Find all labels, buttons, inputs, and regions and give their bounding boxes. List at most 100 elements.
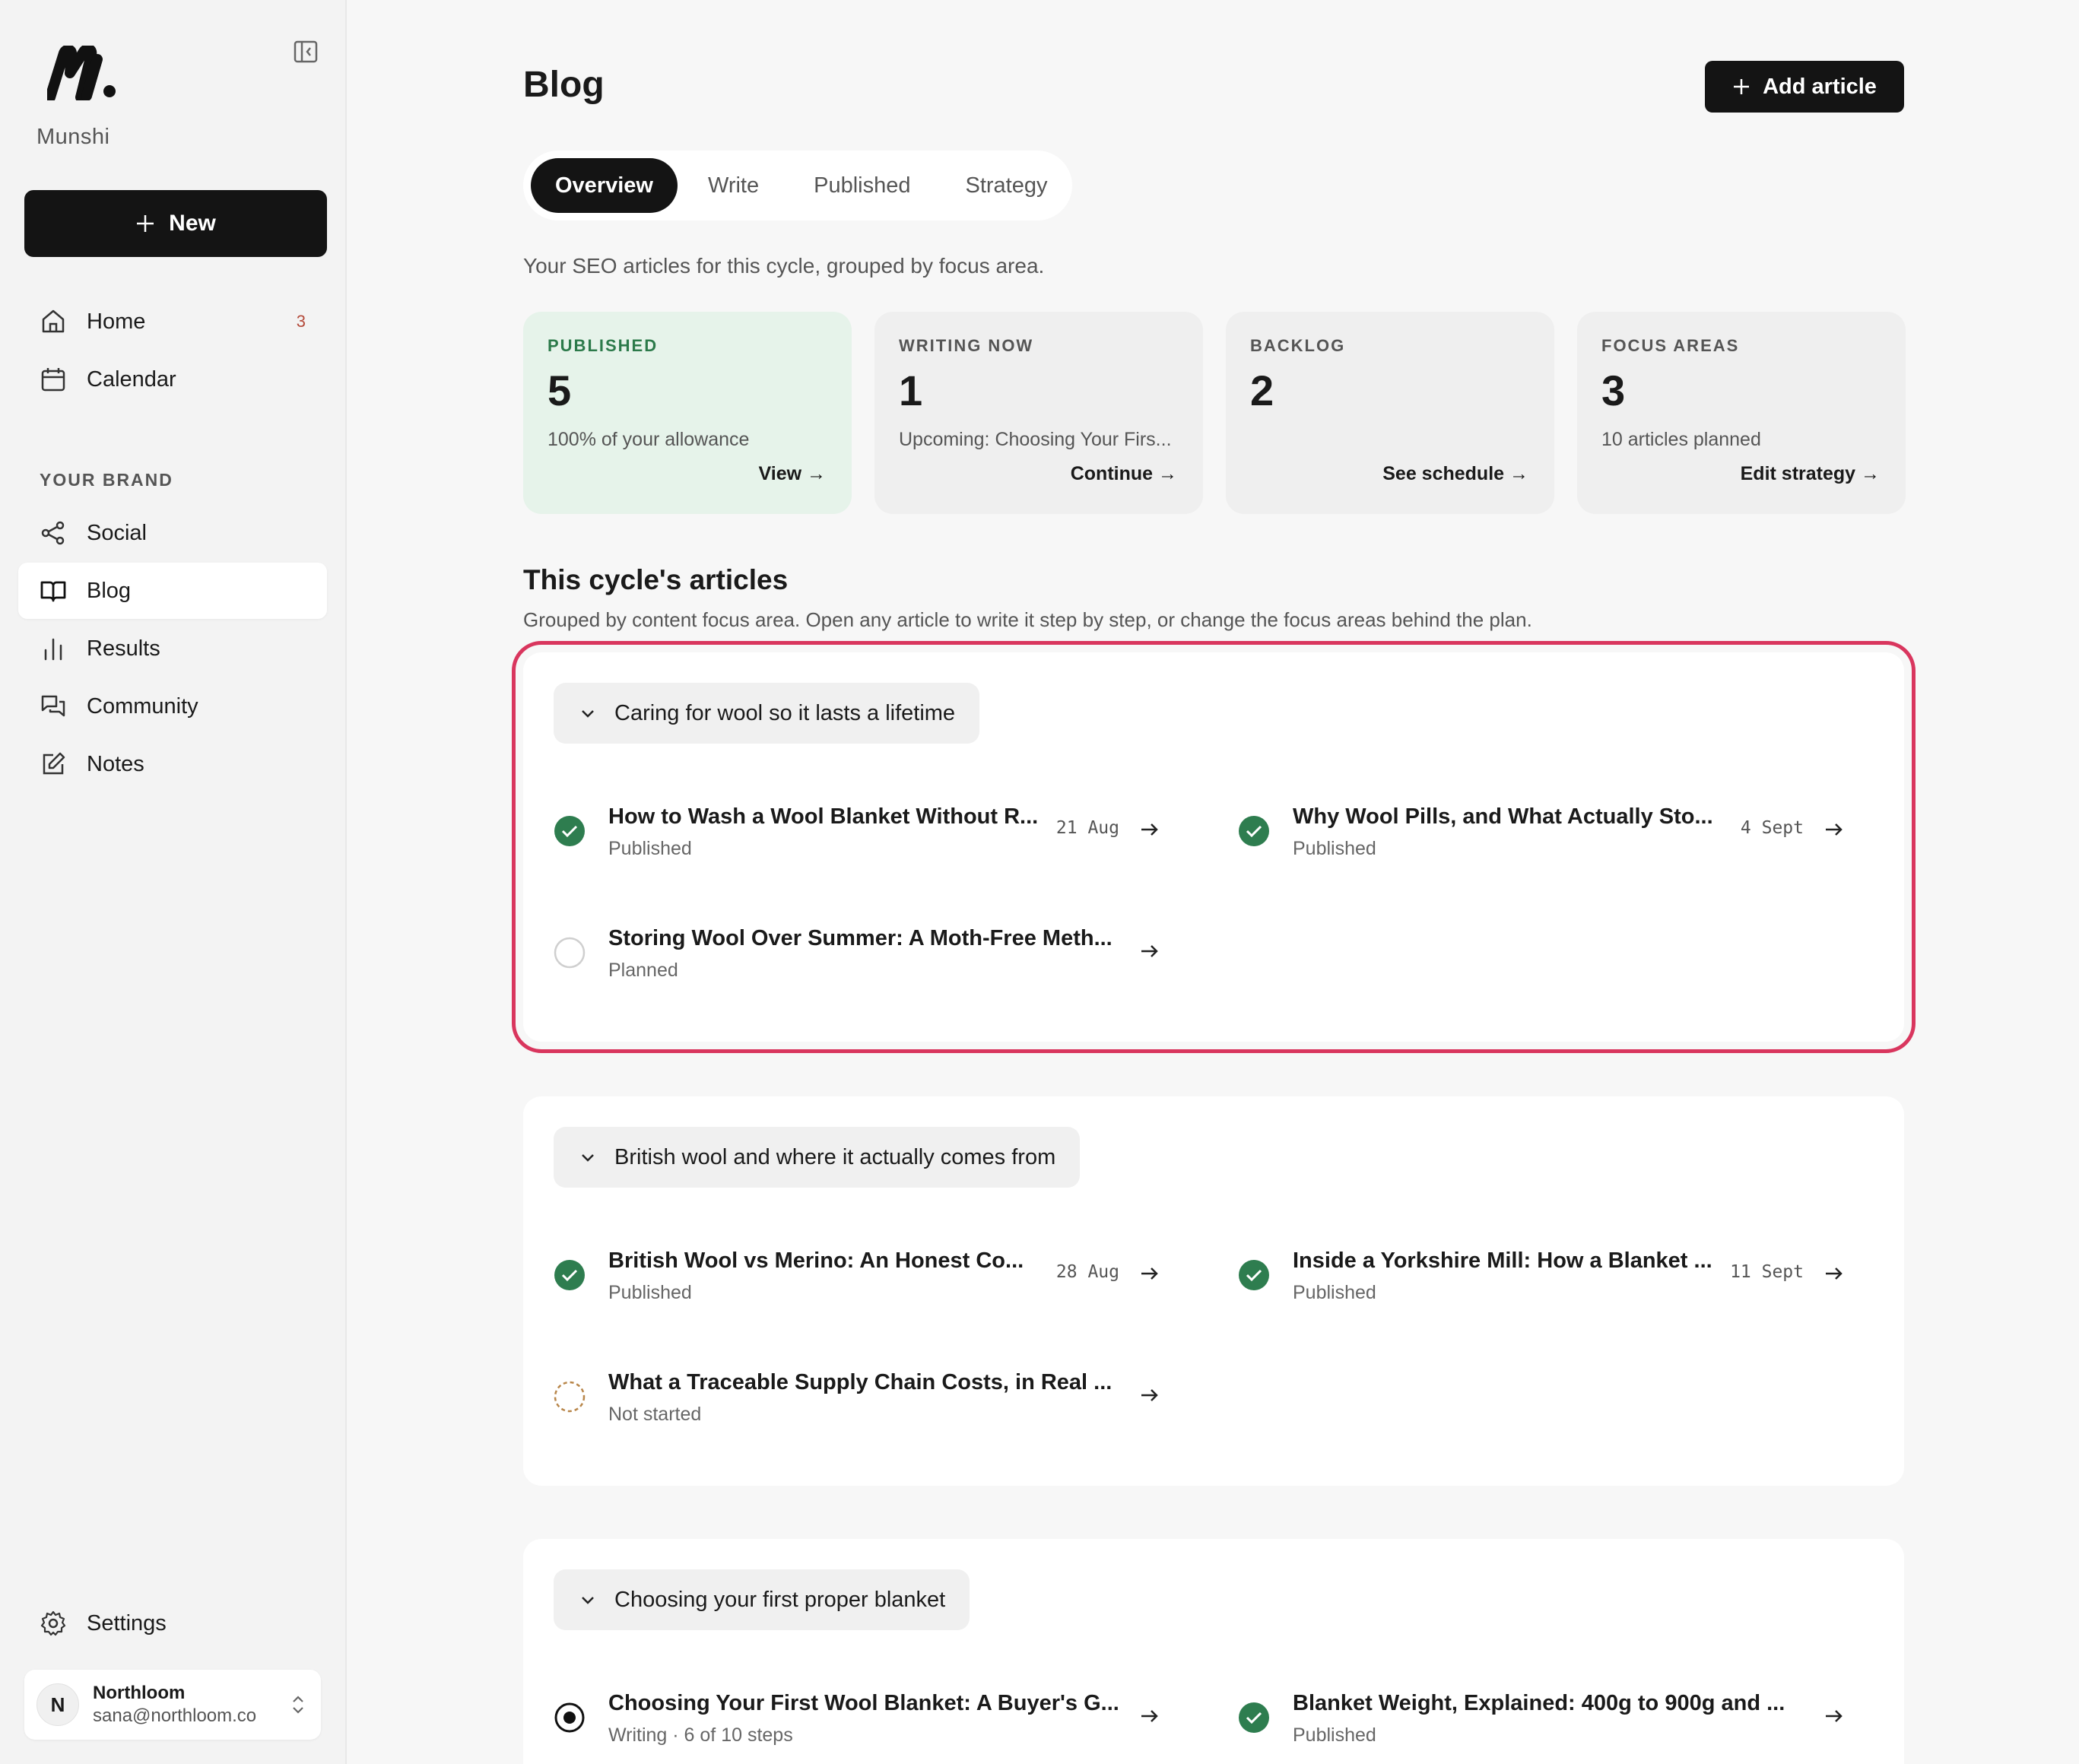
sidebar-item-settings[interactable]: Settings [18,1595,327,1651]
new-button[interactable]: New [24,190,327,257]
add-article-label: Add article [1763,74,1877,99]
article-row[interactable]: Storing Wool Over Summer: A Moth-Free Me… [554,920,1162,988]
munshi-logo-icon[interactable] [47,46,117,100]
stat-card-focus-areas: FOCUS AREAS 3 10 articles planned Edit s… [1577,312,1906,514]
tab-bar: Overview Write Published Strategy [523,151,1072,220]
article-date: 11 Sept [1730,1262,1804,1282]
sidebar-item-label: Calendar [87,366,176,392]
collapse-sidebar-icon[interactable] [292,40,319,64]
published-check-icon [554,1260,585,1290]
sidebar-item-results[interactable]: Results [18,620,327,677]
focus-group: Caring for wool so it lasts a lifetime H… [512,641,1916,1053]
sidebar-item-community[interactable]: Community [18,678,327,734]
arrow-right-icon [1141,945,1158,957]
article-title: Why Wool Pills, and What Actually Sto... [1293,804,1713,829]
arrow-right-icon [1141,823,1158,836]
sidebar-item-blog[interactable]: Blog [18,563,327,619]
published-check-icon [1239,1260,1269,1290]
article-row[interactable]: Blanket Weight, Explained: 400g to 900g … [1238,1685,1846,1753]
plus-icon [137,215,154,232]
see-schedule-link[interactable]: See schedule → [1382,463,1528,485]
account-switcher[interactable]: N Northloom sana@northloom.co [24,1670,321,1740]
sidebar-item-label: Social [87,520,147,545]
article-title: Inside a Yorkshire Mill: How a Blanket .… [1293,1248,1712,1273]
stat-label: WRITING NOW [899,336,1034,355]
stat-card-published: PUBLISHED 5 100% of your allowance View … [523,312,852,514]
chat-icon [41,695,65,717]
article-row[interactable]: How to Wash a Wool Blanket Without R... … [554,798,1162,867]
articles-section-subtitle: Grouped by content focus area. Open any … [523,608,1532,631]
planned-circle-icon [554,937,586,969]
add-article-button[interactable]: Add article [1705,61,1904,113]
new-button-label: New [169,211,216,236]
page-title: Blog [523,65,605,105]
share-icon [41,521,65,545]
tab-published[interactable]: Published [789,158,935,213]
focus-group-toggle[interactable]: British wool and where it actually comes… [554,1127,1081,1188]
article-title: Choosing Your First Wool Blanket: A Buye… [608,1691,1119,1715]
focus-group-toggle[interactable]: Choosing your first proper blanket [554,1569,970,1630]
plus-icon [1734,79,1750,94]
article-row[interactable]: British Wool vs Merino: An Honest Co... … [554,1242,1162,1311]
focus-group-name: Choosing your first proper blanket [614,1587,946,1612]
sidebar-item-label: Notes [87,751,144,776]
articles-section-title: This cycle's articles [523,564,789,595]
edit-strategy-link[interactable]: Edit strategy → [1741,463,1880,485]
article-status: Not started [608,1404,702,1425]
article-status: Published [1293,838,1376,859]
focus-group: British wool and where it actually comes… [523,1096,1904,1486]
arrow-right-icon [1141,1710,1158,1722]
sidebar-item-label: Settings [87,1610,167,1636]
focus-group-name: British wool and where it actually comes… [614,1144,1056,1169]
article-title: How to Wash a Wool Blanket Without R... [608,804,1039,829]
chevron-down-icon [582,1597,594,1604]
arrow-right-icon [1826,1710,1843,1722]
arrow-right-icon [1141,1389,1158,1401]
article-title: Blanket Weight, Explained: 400g to 900g … [1293,1691,1785,1715]
published-check-icon [554,816,585,846]
stat-value: 3 [1601,366,1626,414]
article-row[interactable]: Inside a Yorkshire Mill: How a Blanket .… [1238,1242,1846,1311]
article-row[interactable]: What a Traceable Supply Chain Costs, in … [554,1364,1162,1432]
arrow-right-icon [1141,1267,1158,1280]
tab-overview[interactable]: Overview [531,158,678,213]
stat-description: 10 articles planned [1601,429,1761,450]
sidebar-item-label: Community [87,693,198,719]
stat-card-writing-now: WRITING NOW 1 Upcoming: Choosing Your Fi… [874,312,1203,514]
sidebar-item-calendar[interactable]: Calendar [18,351,327,408]
article-title: Storing Wool Over Summer: A Moth-Free Me… [608,926,1113,950]
sidebar-item-social[interactable]: Social [18,505,327,561]
writing-radio-icon [554,1702,585,1733]
continue-link[interactable]: Continue → [1071,463,1177,485]
avatar: N [37,1683,79,1726]
focus-group: Choosing your first proper blanket Choos… [523,1539,1904,1764]
home-icon [42,309,65,333]
stat-value: 5 [548,366,572,414]
article-status: Planned [608,960,678,981]
article-row[interactable]: Choosing Your First Wool Blanket: A Buye… [554,1685,1162,1753]
section-label-your-brand: YOUR BRAND [40,470,173,490]
sidebar-item-home[interactable]: Home 3 [18,293,327,350]
article-status: Published [608,1282,692,1303]
stat-label: FOCUS AREAS [1601,336,1740,355]
article-status: Writing · 6 of 10 steps [608,1724,793,1746]
article-row[interactable]: Why Wool Pills, and What Actually Sto...… [1238,798,1846,867]
article-date: 21 Aug [1055,818,1119,838]
article-date: 28 Aug [1055,1262,1119,1282]
account-name: Northloom [93,1683,186,1703]
focus-group-toggle[interactable]: Caring for wool so it lasts a lifetime [554,683,980,744]
stat-card-backlog: BACKLOG 2 See schedule → [1226,312,1554,514]
article-date: 4 Sept [1740,818,1804,838]
view-link[interactable]: View → [759,463,826,485]
notification-badge: 3 [296,312,306,331]
stat-description: 100% of your allowance [548,429,750,450]
bar-chart-icon [44,638,62,661]
published-check-icon [1239,1702,1269,1733]
account-email: sana@northloom.co [93,1705,257,1726]
tab-write[interactable]: Write [684,158,783,213]
not-started-dashed-circle-icon [554,1381,586,1413]
sidebar-item-notes[interactable]: Notes [18,736,327,792]
arrow-right-icon [1826,1267,1843,1280]
article-title: What a Traceable Supply Chain Costs, in … [608,1370,1113,1394]
tab-strategy[interactable]: Strategy [941,158,1072,213]
